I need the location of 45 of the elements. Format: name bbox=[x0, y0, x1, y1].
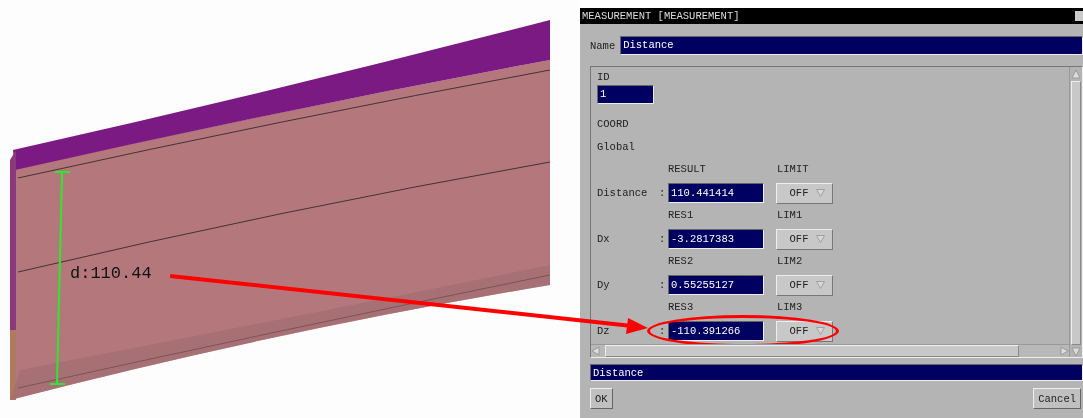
limit-dropdown[interactable]: OFF bbox=[776, 228, 833, 250]
column-header: LIM1 bbox=[777, 209, 803, 221]
separator: : bbox=[659, 279, 667, 291]
coord-label: COORD bbox=[597, 117, 629, 132]
separator: : bbox=[659, 233, 667, 245]
dropdown-icon bbox=[816, 327, 826, 335]
scroll-down-icon[interactable] bbox=[1071, 347, 1081, 357]
column-header: LIM2 bbox=[777, 255, 803, 267]
dropdown-icon bbox=[816, 281, 826, 289]
id-label: ID bbox=[597, 70, 610, 85]
column-header: LIM3 bbox=[777, 301, 803, 313]
dropdown-icon bbox=[816, 235, 826, 243]
coord-value: Global bbox=[597, 140, 635, 155]
limit-dropdown[interactable]: OFF bbox=[776, 182, 833, 204]
scroll-right-icon[interactable] bbox=[1059, 346, 1069, 356]
window-title: MEASUREMENT [MEASUREMENT] bbox=[582, 10, 740, 22]
row-label: Dy bbox=[597, 279, 611, 291]
name-label: Name bbox=[590, 39, 616, 52]
row-label: Dx bbox=[597, 233, 611, 245]
limit-dropdown[interactable]: OFF bbox=[776, 320, 833, 342]
scroll-left-icon[interactable] bbox=[591, 346, 601, 356]
scroll-up-icon[interactable] bbox=[1071, 69, 1081, 79]
separator: : bbox=[659, 187, 667, 199]
row-label: Dz bbox=[597, 325, 611, 337]
dropdown-icon bbox=[816, 189, 826, 197]
separator: : bbox=[659, 325, 667, 337]
limit-dropdown[interactable]: OFF bbox=[776, 274, 833, 296]
result-field[interactable]: -110.391266 bbox=[668, 321, 764, 341]
result-field[interactable]: 110.441414 bbox=[668, 183, 764, 203]
name-field[interactable]: Distance bbox=[620, 36, 1083, 55]
column-header: RES1 bbox=[668, 209, 694, 221]
status-field: Distance bbox=[590, 364, 1083, 381]
column-header: RES3 bbox=[668, 301, 694, 313]
cancel-button[interactable]: Cancel bbox=[1033, 388, 1081, 409]
column-header: RES2 bbox=[668, 255, 694, 267]
row-label: Distance bbox=[597, 187, 649, 199]
result-field[interactable]: -3.2817383 bbox=[668, 229, 764, 249]
ok-button[interactable]: OK bbox=[590, 388, 613, 409]
id-field[interactable]: 1 bbox=[597, 85, 654, 104]
measurement-label: d:110.44 bbox=[70, 264, 152, 283]
result-field[interactable]: 0.55255127 bbox=[668, 275, 764, 295]
column-header: RESULT bbox=[668, 163, 706, 175]
horizontal-scrollbar[interactable] bbox=[591, 344, 1069, 357]
vertical-scrollbar[interactable] bbox=[1069, 67, 1082, 357]
column-header: LIMIT bbox=[777, 163, 809, 175]
